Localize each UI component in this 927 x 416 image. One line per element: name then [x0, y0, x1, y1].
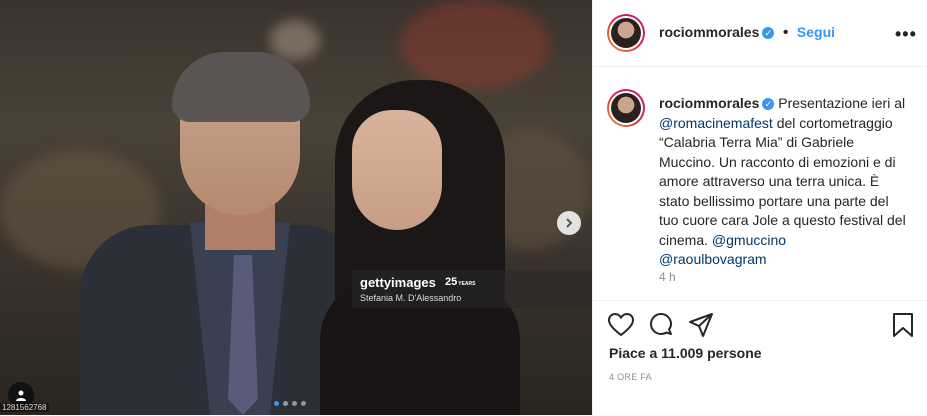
verified-icon: ✓ [762, 98, 775, 111]
heart-icon[interactable] [607, 311, 635, 339]
likes-count[interactable]: Piace a 11.009 persone [609, 345, 762, 361]
caption-section: rociommorales ✓ Presentazione ieri al @ro… [593, 66, 927, 300]
getty-watermark: gettyimages 25YEARS Stefania M. D'Alessa… [352, 270, 592, 308]
image-id: 1281562768 [0, 403, 49, 412]
getty-logo: gettyimages [360, 275, 436, 290]
photo-credit: Stefania M. D'Alessandro [360, 293, 462, 303]
caption-text: rociommorales ✓ Presentazione ieri al @ro… [659, 95, 906, 267]
comment-icon[interactable] [647, 311, 675, 339]
post-header: rociommorales ✓ • Segui ••• [593, 0, 927, 67]
avatar[interactable] [607, 14, 645, 52]
mention-link[interactable]: @gmuccino [712, 232, 786, 248]
header-username[interactable]: rociommorales [659, 24, 759, 40]
user-icon [16, 390, 26, 401]
bookmark-icon[interactable] [889, 311, 917, 339]
post-photo[interactable]: gettyimages 25YEARS Stefania M. D'Alessa… [0, 0, 592, 415]
carousel-dot [274, 401, 279, 406]
post-date[interactable]: 4 ORE FA [609, 372, 652, 382]
action-bar: Piace a 11.009 persone 4 ORE FA [593, 300, 927, 416]
carousel-dot [283, 401, 288, 406]
post-sidebar: rociommorales ✓ • Segui ••• rociommorales… [592, 0, 927, 415]
ellipsis-icon[interactable]: ••• [895, 24, 917, 45]
caption-avatar[interactable] [607, 89, 645, 127]
mention-link[interactable]: @raoulbovagram [659, 251, 767, 267]
caption-time: 4 h [659, 270, 676, 284]
carousel-dot [292, 401, 297, 406]
getty-25-badge: 25YEARS [445, 276, 476, 288]
follow-button[interactable]: Segui [797, 24, 835, 40]
instagram-post: gettyimages 25YEARS Stefania M. D'Alessa… [0, 0, 927, 415]
carousel-dot [301, 401, 306, 406]
separator-dot: • [782, 24, 789, 41]
carousel-indicator [274, 401, 306, 406]
verified-icon: ✓ [762, 26, 775, 39]
caption-username[interactable]: rociommorales [659, 95, 759, 111]
next-image-button[interactable] [557, 211, 581, 235]
share-icon[interactable] [687, 311, 715, 339]
chevron-right-icon [566, 218, 573, 228]
mention-link[interactable]: @romacinemafest [659, 115, 773, 131]
